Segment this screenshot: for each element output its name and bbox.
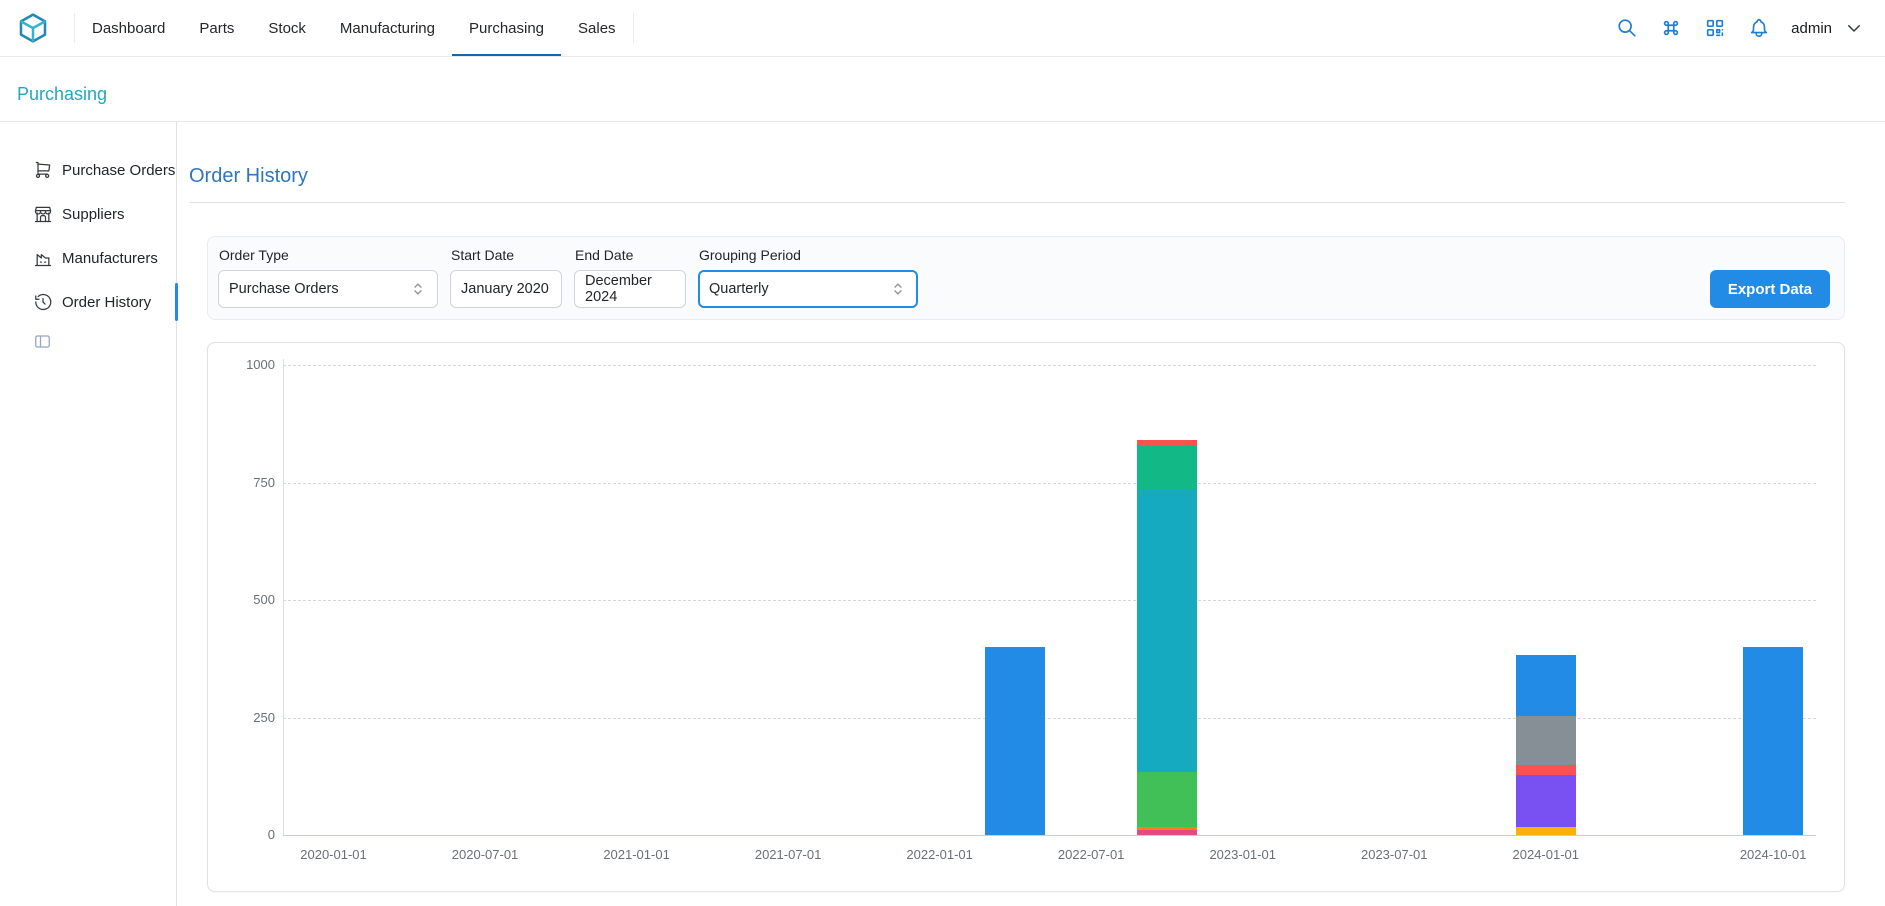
sidebar-item-manufacturers[interactable]: Manufacturers: [0, 236, 176, 280]
x-axis-tick-label: 2021-07-01: [728, 847, 848, 862]
tab-dashboard[interactable]: Dashboard: [75, 0, 182, 56]
grouping-period-label: Grouping Period: [699, 247, 918, 263]
breadcrumb: Purchasing: [0, 57, 1885, 122]
user-menu-chevron-down-icon[interactable]: [1845, 19, 1863, 37]
y-gridline: [283, 365, 1816, 366]
breadcrumb-purchasing[interactable]: Purchasing: [17, 84, 107, 105]
bar-segment[interactable]: [1516, 827, 1576, 835]
end-date-input[interactable]: December 2024: [574, 270, 686, 308]
y-axis-tick-label: 500: [208, 592, 275, 608]
sidebar-item-order-history[interactable]: Order History: [0, 280, 176, 324]
building-store-icon: [33, 204, 53, 224]
y-gridline: [283, 600, 1816, 601]
start-date-input[interactable]: January 2020: [450, 270, 562, 308]
command-icon[interactable]: [1653, 10, 1689, 46]
y-gridline: [283, 718, 1816, 719]
bell-icon[interactable]: [1741, 10, 1777, 46]
x-axis-tick-label: 2020-01-01: [274, 847, 394, 862]
page-title: Order History: [189, 164, 1863, 188]
sidebar-item-purchase-orders[interactable]: Purchase Orders: [0, 148, 176, 192]
x-axis-tick-label: 2020-07-01: [425, 847, 545, 862]
bar-segment[interactable]: [1137, 446, 1197, 491]
sidebar-item-label: Manufacturers: [62, 250, 158, 267]
top-navbar: Dashboard Parts Stock Manufacturing Purc…: [0, 0, 1885, 57]
select-chevrons-icon: [409, 280, 427, 298]
navbar-actions: admin: [1609, 10, 1863, 46]
purchasing-sidebar: Purchase Orders Suppliers Manufacturer: [0, 122, 177, 906]
bar-segment[interactable]: [1137, 830, 1197, 835]
tab-purchasing[interactable]: Purchasing: [452, 0, 561, 56]
start-date-field: Start Date January 2020: [450, 247, 562, 308]
start-date-label: Start Date: [451, 247, 562, 263]
x-axis-tick-label: 2024-10-01: [1713, 847, 1833, 862]
history-icon: [33, 292, 53, 312]
main-content: Order History Order Type Purchase Orders…: [177, 122, 1885, 906]
y-axis-line: [283, 359, 284, 835]
select-chevrons-icon: [889, 280, 907, 298]
end-date-label: End Date: [575, 247, 686, 263]
y-axis-tick-label: 0: [208, 827, 275, 843]
bar-segment[interactable]: [1137, 440, 1197, 446]
y-axis-tick-label: 1000: [208, 357, 275, 373]
bar-segment[interactable]: [985, 647, 1045, 835]
x-axis-tick-label: 2022-07-01: [1031, 847, 1151, 862]
x-axis-line: [283, 835, 1816, 836]
grouping-period-select[interactable]: Quarterly: [698, 270, 918, 308]
grouping-period-value: Quarterly: [709, 281, 769, 297]
x-axis-tick-label: 2024-01-01: [1486, 847, 1606, 862]
bar-segment[interactable]: [1516, 765, 1576, 774]
order-type-select[interactable]: Purchase Orders: [218, 270, 438, 308]
bar-segment[interactable]: [1743, 647, 1803, 835]
main-nav-tabs: Dashboard Parts Stock Manufacturing Purc…: [74, 0, 634, 56]
shopping-cart-icon: [33, 160, 53, 180]
tab-parts[interactable]: Parts: [182, 0, 251, 56]
sidebar-item-label: Suppliers: [62, 206, 125, 223]
username[interactable]: admin: [1791, 20, 1832, 37]
chart-panel: 0 250 500 750 1000 2020-01-01 2020-07-01 2021-0…: [207, 342, 1845, 892]
x-axis-tick-label: 2023-07-01: [1334, 847, 1454, 862]
building-factory-icon: [33, 248, 53, 268]
page-body: Purchase Orders Suppliers Manufacturer: [0, 122, 1885, 906]
end-date-field: End Date December 2024: [574, 247, 686, 308]
x-axis-tick-label: 2022-01-01: [880, 847, 1000, 862]
title-divider: [189, 202, 1845, 203]
bar-segment[interactable]: [1516, 775, 1576, 827]
grouping-period-field: Grouping Period Quarterly: [698, 247, 918, 308]
x-axis-tick-label: 2023-01-01: [1183, 847, 1303, 862]
end-date-value: December 2024: [585, 273, 675, 305]
filter-panel: Order Type Purchase Orders Start Date Ja…: [207, 236, 1845, 320]
bar-segment[interactable]: [1137, 772, 1197, 826]
y-axis-tick-label: 750: [208, 475, 275, 491]
tab-manufacturing[interactable]: Manufacturing: [323, 0, 452, 56]
bar-segment[interactable]: [1516, 716, 1576, 765]
tab-sales[interactable]: Sales: [561, 0, 633, 56]
collapse-sidebar-icon[interactable]: [33, 332, 53, 352]
order-type-label: Order Type: [219, 247, 438, 263]
order-type-value: Purchase Orders: [229, 281, 339, 297]
app-logo-icon[interactable]: [16, 11, 50, 45]
y-axis-tick-label: 250: [208, 710, 275, 726]
sidebar-item-label: Order History: [62, 294, 151, 311]
order-type-field: Order Type Purchase Orders: [218, 247, 438, 308]
tab-stock[interactable]: Stock: [251, 0, 323, 56]
x-axis-tick-label: 2021-01-01: [577, 847, 697, 862]
y-gridline: [283, 483, 1816, 484]
start-date-value: January 2020: [461, 281, 549, 297]
bar-segment[interactable]: [1516, 655, 1576, 716]
sidebar-item-label: Purchase Orders: [62, 162, 175, 179]
export-data-button[interactable]: Export Data: [1710, 270, 1830, 308]
search-icon[interactable]: [1609, 10, 1645, 46]
bar-segment[interactable]: [1137, 827, 1197, 831]
bar-segment[interactable]: [1137, 490, 1197, 772]
sidebar-item-suppliers[interactable]: Suppliers: [0, 192, 176, 236]
qrcode-scan-icon[interactable]: [1697, 10, 1733, 46]
order-history-chart: 0 250 500 750 1000 2020-01-01 2020-07-01 2021-0…: [208, 343, 1844, 891]
